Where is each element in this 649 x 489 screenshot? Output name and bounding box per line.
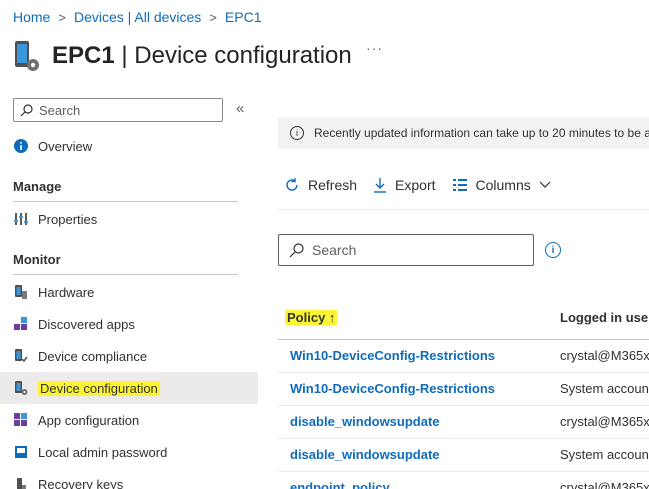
- sidebar-item-label: Device configuration: [38, 380, 160, 396]
- collapse-sidebar-button[interactable]: «: [236, 100, 244, 117]
- column-header-logged-in-user[interactable]: Logged in user: [560, 310, 649, 325]
- refresh-button[interactable]: Refresh: [284, 177, 357, 193]
- info-icon: i: [290, 126, 304, 140]
- sidebar-item-hardware[interactable]: Hardware: [0, 276, 258, 308]
- logged-in-user-cell: System account: [560, 381, 649, 396]
- chevron-right-icon: >: [58, 9, 66, 25]
- search-input[interactable]: Search: [278, 234, 534, 266]
- info-banner: i Recently updated information can take …: [278, 117, 649, 149]
- table-row: Win10-DeviceConfig-Restrictions crystal@…: [278, 340, 649, 373]
- sort-ascending-icon: ↑: [328, 310, 336, 325]
- columns-icon: [452, 179, 467, 191]
- breadcrumb-device[interactable]: EPC1: [225, 9, 262, 25]
- more-actions-button[interactable]: ···: [366, 40, 383, 56]
- recovery-keys-icon: [13, 476, 29, 489]
- properties-icon: [13, 211, 29, 227]
- command-bar: Refresh Export Columns: [284, 177, 575, 193]
- sidebar-item-label: Local admin password: [38, 444, 168, 460]
- sidebar-item-device-configuration[interactable]: Device configuration: [0, 372, 258, 404]
- info-icon: [13, 138, 29, 154]
- column-header-policy-label: Policy: [287, 310, 326, 325]
- apps-icon: [13, 316, 29, 332]
- table-row: disable_windowsupdate crystal@M365x: [278, 406, 649, 439]
- logged-in-user-cell: crystal@M365x: [560, 480, 649, 489]
- divider: [278, 209, 649, 210]
- table-row: disable_windowsupdate System account: [278, 439, 649, 472]
- divider: [13, 201, 238, 202]
- table-row: Win10-DeviceConfig-Restrictions System a…: [278, 373, 649, 406]
- page-title-device: EPC1: [52, 42, 115, 69]
- sidebar-item-app-configuration[interactable]: App configuration: [0, 404, 258, 436]
- sidebar-item-discovered-apps[interactable]: Discovered apps: [0, 308, 258, 340]
- chevron-right-icon: >: [209, 9, 217, 25]
- sidebar-item-label: Properties: [38, 211, 98, 227]
- sidebar-item-recovery-keys[interactable]: Recovery keys: [0, 468, 258, 489]
- page-title-section: | Device configuration: [121, 42, 352, 69]
- sidebar-item-label: Hardware: [38, 284, 95, 300]
- sidebar-item-local-admin-password[interactable]: Local admin password: [0, 436, 258, 468]
- sidebar-item-label: Overview: [38, 138, 93, 154]
- chevron-down-icon: [539, 181, 551, 188]
- search-placeholder: Search: [312, 242, 357, 258]
- sidebar-item-label: Device compliance: [38, 348, 148, 364]
- sidebar-search-input[interactable]: Search: [13, 98, 223, 122]
- sidebar-item-overview[interactable]: Overview: [0, 130, 258, 162]
- app-configuration-icon: [13, 412, 29, 428]
- policy-link[interactable]: disable_windowsupdate: [290, 414, 440, 429]
- policy-link[interactable]: disable_windowsupdate: [290, 447, 440, 462]
- sidebar-item-label: Recovery keys: [38, 476, 124, 489]
- device-compliance-icon: [13, 348, 29, 364]
- columns-label: Columns: [475, 177, 531, 193]
- device-configuration-icon: [13, 380, 29, 396]
- columns-button[interactable]: Columns: [452, 177, 559, 193]
- search-icon: [289, 242, 304, 257]
- logged-in-user-cell: crystal@M365x: [560, 414, 649, 429]
- sidebar-search-placeholder: Search: [39, 102, 81, 118]
- policy-link[interactable]: Win10-DeviceConfig-Restrictions: [290, 381, 495, 396]
- breadcrumb-home[interactable]: Home: [13, 9, 50, 25]
- section-heading-monitor: Monitor: [13, 252, 61, 267]
- logged-in-user-cell: crystal@M365x: [560, 348, 649, 363]
- policy-link[interactable]: Win10-DeviceConfig-Restrictions: [290, 348, 495, 363]
- sidebar-item-label: Discovered apps: [38, 316, 135, 332]
- breadcrumb-all-devices[interactable]: Devices | All devices: [74, 9, 201, 25]
- page-header: EPC1 | Device configuration: [12, 38, 352, 74]
- info-banner-text: Recently updated information can take up…: [314, 126, 649, 140]
- refresh-label: Refresh: [308, 177, 358, 193]
- page-title: EPC1 | Device configuration: [52, 42, 352, 70]
- refresh-icon: [286, 178, 298, 191]
- section-heading-manage: Manage: [13, 179, 62, 194]
- sidebar-item-properties[interactable]: Properties: [0, 203, 258, 235]
- hardware-icon: [13, 284, 29, 300]
- logged-in-user-cell: System account: [560, 447, 649, 462]
- sidebar-item-label: App configuration: [38, 412, 140, 428]
- search-icon: [20, 103, 33, 116]
- column-header-policy[interactable]: Policy ↑: [285, 310, 338, 325]
- divider: [13, 274, 238, 275]
- export-button[interactable]: Export: [373, 177, 436, 193]
- sidebar-item-device-compliance[interactable]: Device compliance: [0, 340, 258, 372]
- export-label: Export: [395, 177, 436, 193]
- device-settings-icon: [12, 38, 42, 74]
- info-icon[interactable]: i: [545, 242, 561, 258]
- table-row: endpoint_policy crystal@M365x: [278, 472, 649, 489]
- policy-link[interactable]: endpoint_policy: [290, 480, 390, 489]
- password-icon: [13, 444, 29, 460]
- breadcrumb: Home > Devices | All devices > EPC1: [13, 9, 261, 25]
- download-icon: [374, 178, 387, 193]
